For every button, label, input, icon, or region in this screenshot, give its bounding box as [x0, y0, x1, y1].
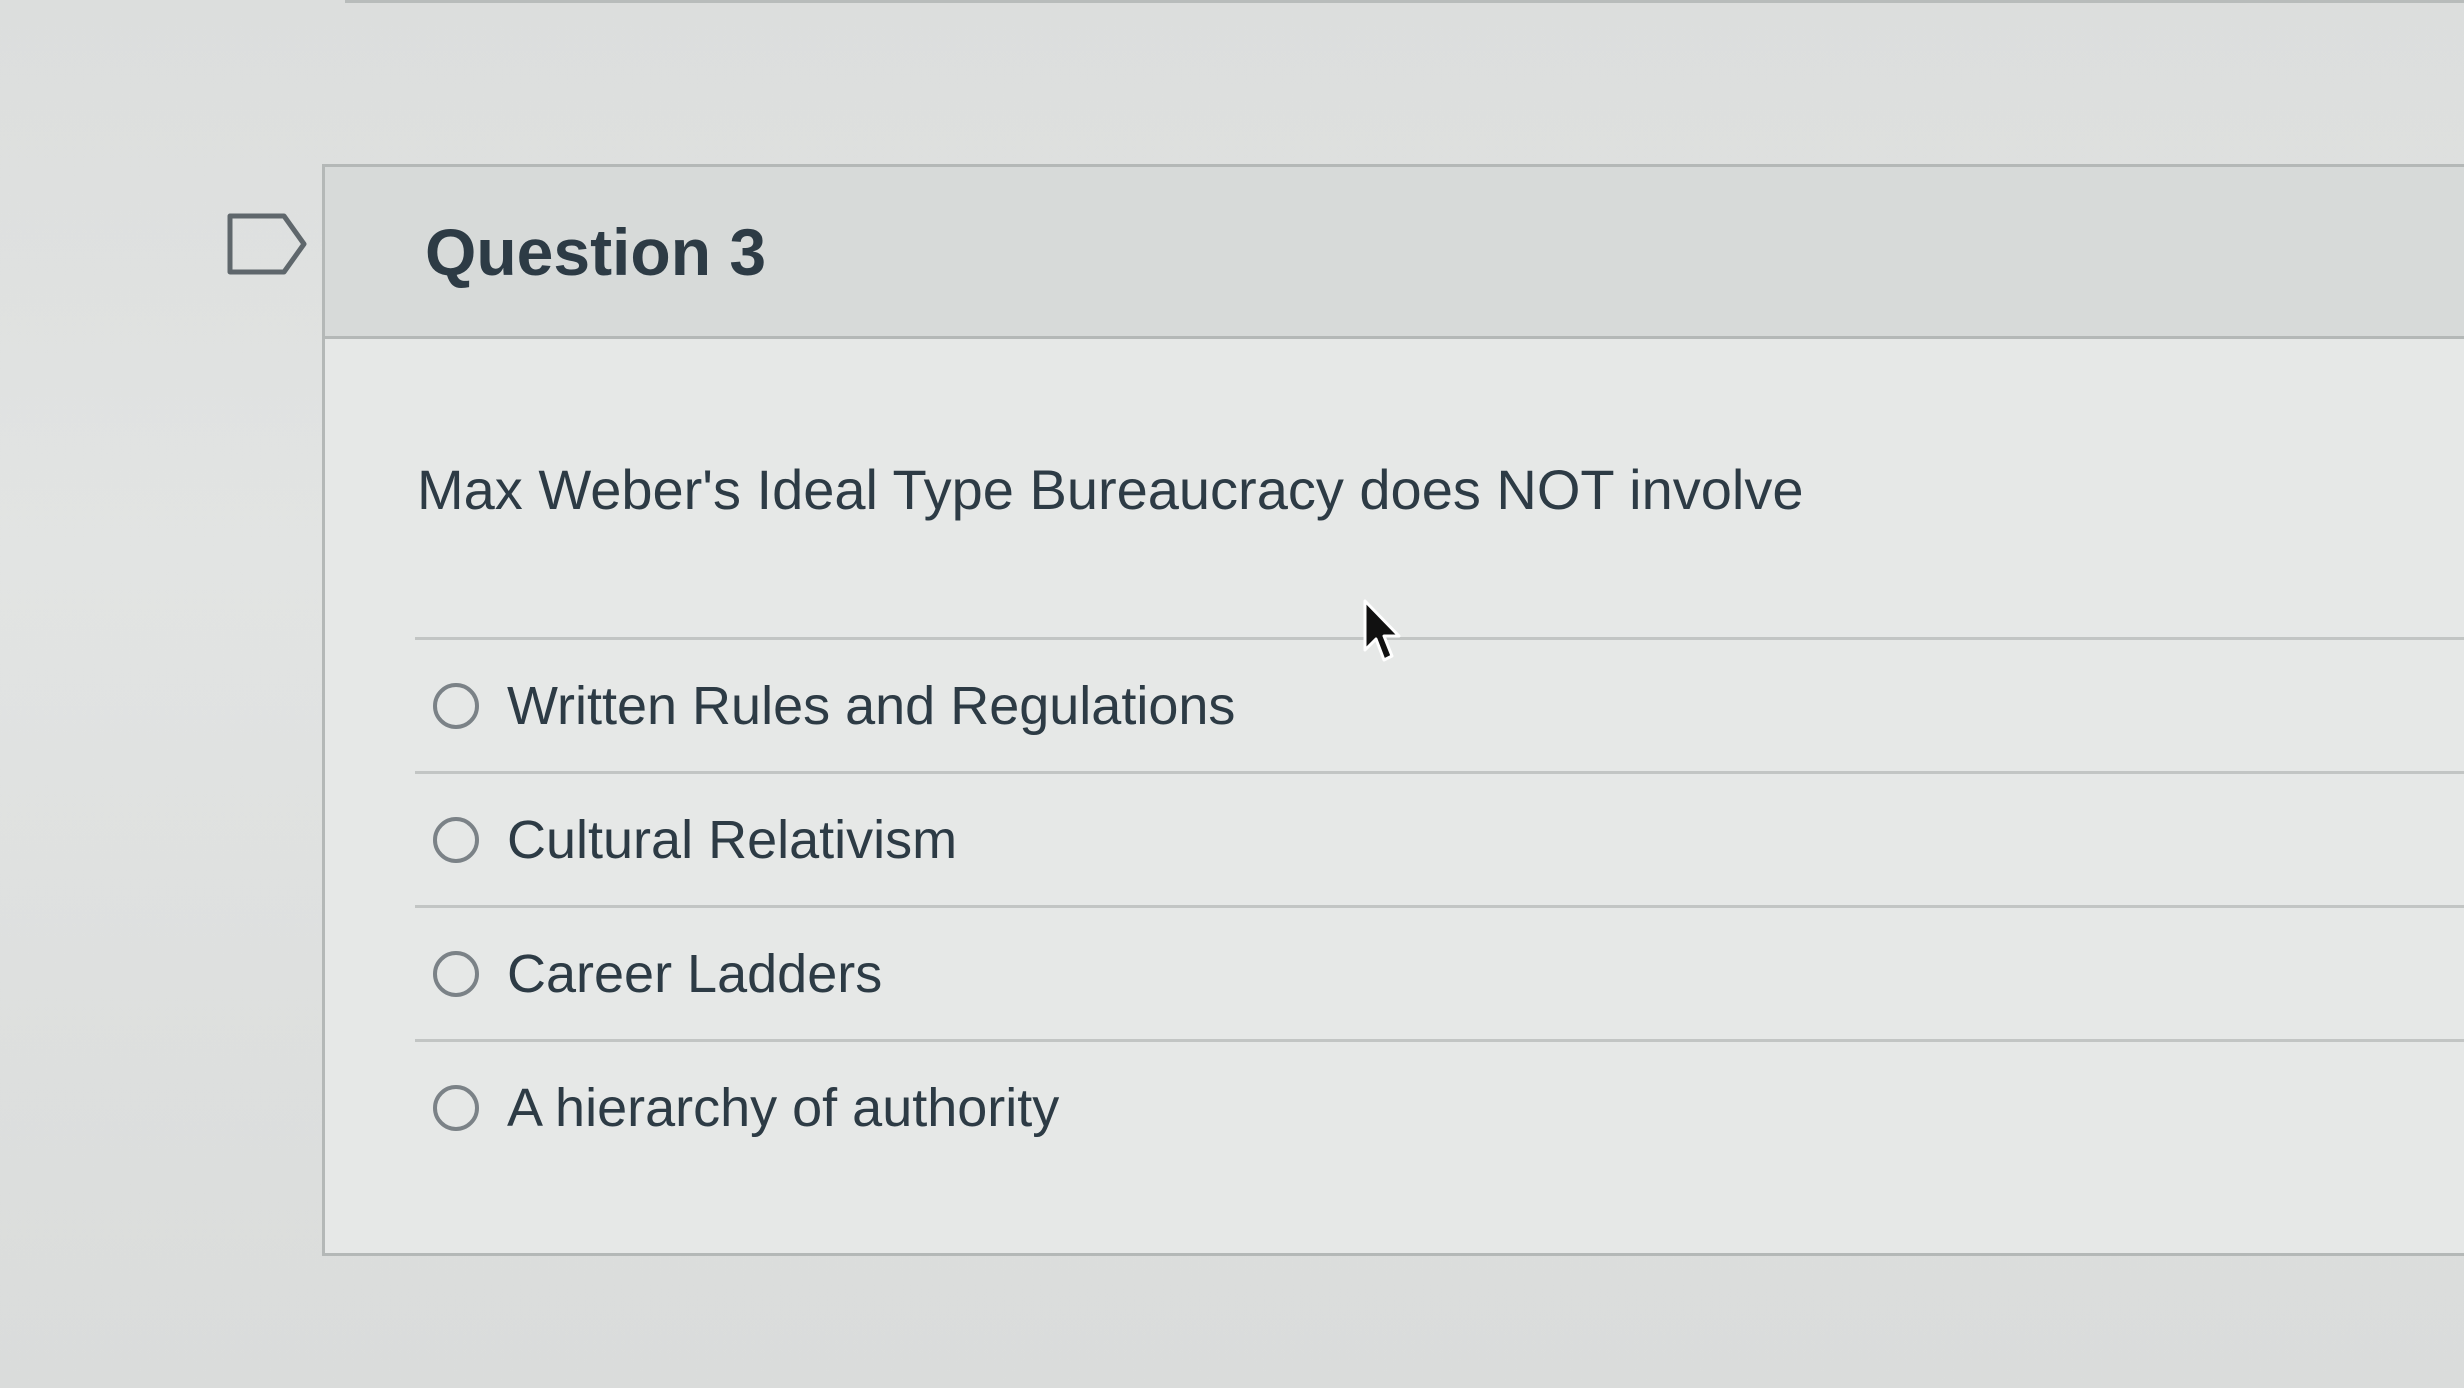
- question-prompt: Max Weber's Ideal Type Bureaucracy does …: [417, 458, 1804, 521]
- answer-option[interactable]: Career Ladders: [415, 905, 2464, 1039]
- question-header: Question 3: [325, 167, 2464, 339]
- answer-label: Cultural Relativism: [507, 809, 958, 870]
- answer-label: Written Rules and Regulations: [507, 675, 1236, 736]
- question-card: Question 3 Max Weber's Ideal Type Bureau…: [322, 164, 2464, 1256]
- answer-option[interactable]: Cultural Relativism: [415, 771, 2464, 905]
- question-title: Question 3: [425, 214, 767, 289]
- radio-button[interactable]: [433, 950, 479, 997]
- answer-option[interactable]: Written Rules and Regulations: [415, 637, 2464, 771]
- radio-button[interactable]: [433, 1084, 479, 1131]
- flag-question-icon[interactable]: [226, 212, 308, 276]
- answer-label: A hierarchy of authority: [507, 1077, 1060, 1138]
- radio-button[interactable]: [433, 816, 479, 863]
- answer-label: Career Ladders: [507, 943, 883, 1004]
- radio-button[interactable]: [433, 682, 479, 729]
- mouse-pointer-icon: [1363, 599, 1401, 662]
- top-divider: [345, 0, 2464, 3]
- answer-option[interactable]: A hierarchy of authority: [415, 1039, 2464, 1173]
- answer-list: Written Rules and Regulations Cultural R…: [415, 637, 2464, 1173]
